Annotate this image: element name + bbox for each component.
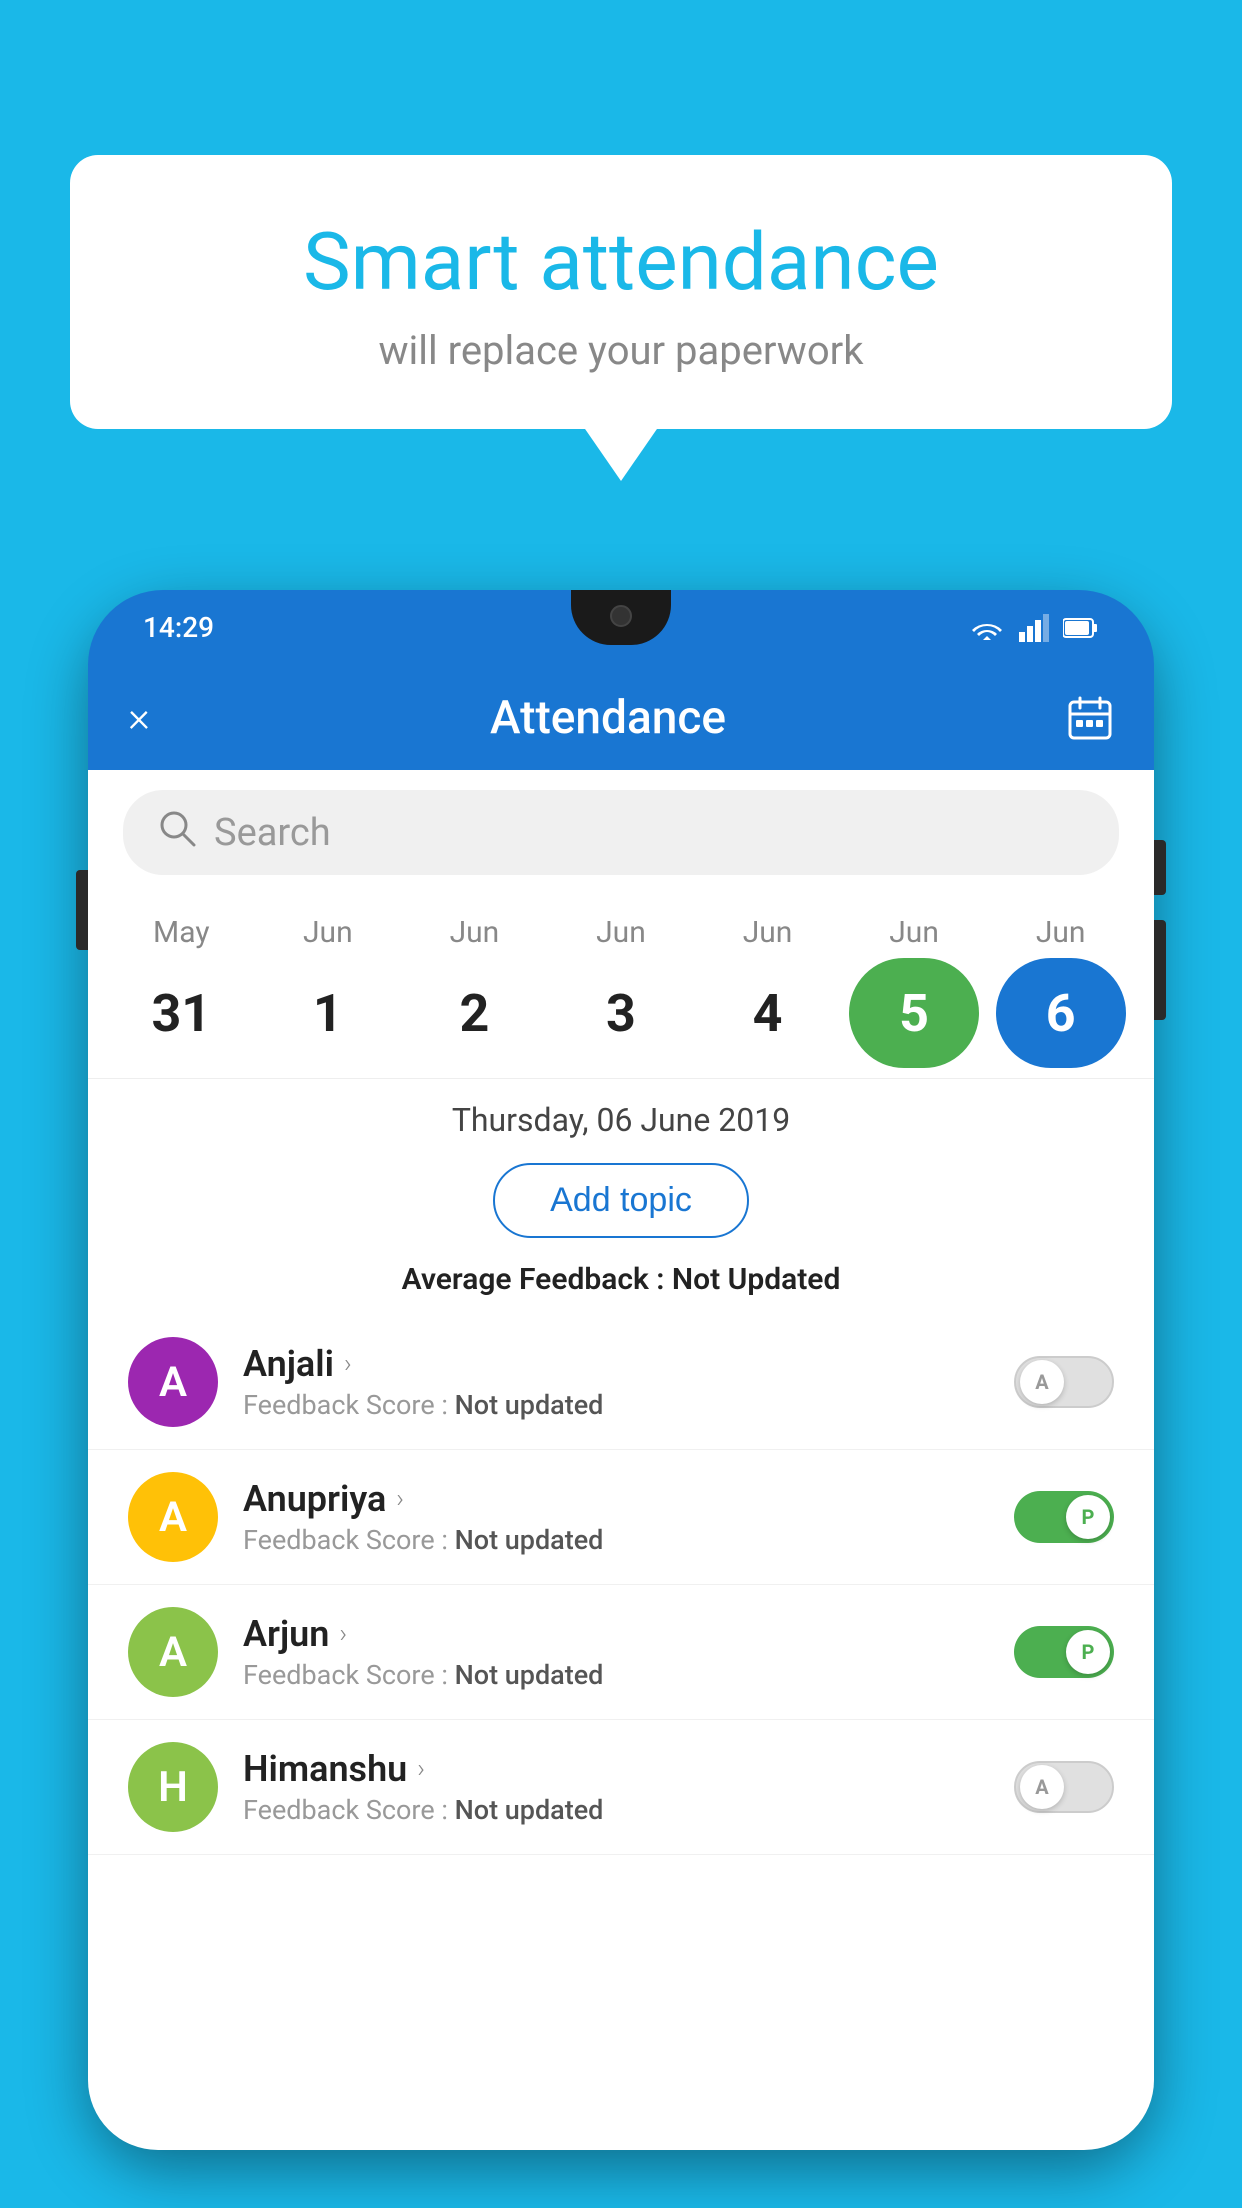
date-4[interactable]: 4 bbox=[703, 958, 833, 1068]
student-feedback-arjun: Feedback Score : Not updated bbox=[243, 1659, 989, 1691]
date-row: 31 1 2 3 4 5 6 bbox=[88, 958, 1154, 1068]
calendar-strip: May Jun Jun Jun Jun Jun Jun 31 1 2 3 4 5… bbox=[88, 895, 1154, 1079]
signal-icon bbox=[1019, 614, 1049, 642]
month-label-1: Jun bbox=[263, 915, 393, 950]
chevron-icon: › bbox=[339, 1619, 347, 1649]
month-label-5: Jun bbox=[849, 915, 979, 950]
avatar-himanshu: H bbox=[128, 1742, 218, 1832]
chevron-icon: › bbox=[417, 1754, 425, 1784]
toggle-anjali[interactable]: A bbox=[1014, 1356, 1114, 1408]
date-3[interactable]: 3 bbox=[556, 958, 686, 1068]
speech-bubble-container: Smart attendance will replace your paper… bbox=[70, 155, 1172, 429]
date-2[interactable]: 2 bbox=[409, 958, 539, 1068]
phone-screen: × Attendance bbox=[88, 665, 1154, 2150]
student-name-anjali: Anjali › bbox=[243, 1343, 989, 1385]
month-label-6: Jun bbox=[996, 915, 1126, 950]
power-button bbox=[1154, 840, 1166, 895]
avatar-arjun: A bbox=[128, 1607, 218, 1697]
search-icon bbox=[158, 809, 196, 856]
date-31[interactable]: 31 bbox=[116, 958, 246, 1068]
add-topic-button[interactable]: Add topic bbox=[493, 1163, 749, 1238]
average-feedback: Average Feedback : Not Updated bbox=[88, 1252, 1154, 1315]
app-header: × Attendance bbox=[88, 665, 1154, 770]
student-name-arjun: Arjun › bbox=[243, 1613, 989, 1655]
add-topic-container: Add topic bbox=[88, 1149, 1154, 1252]
month-label-2: Jun bbox=[409, 915, 539, 950]
avatar-anupriya: A bbox=[128, 1472, 218, 1562]
status-icons bbox=[969, 614, 1099, 642]
student-info-anupriya: Anupriya › Feedback Score : Not updated bbox=[243, 1478, 989, 1556]
student-info-anjali: Anjali › Feedback Score : Not updated bbox=[243, 1343, 989, 1421]
student-name-himanshu: Himanshu › bbox=[243, 1748, 989, 1790]
status-bar: 14:29 bbox=[88, 590, 1154, 665]
chevron-icon: › bbox=[396, 1484, 404, 1514]
close-button[interactable]: × bbox=[128, 693, 150, 742]
screen-title: Attendance bbox=[490, 691, 726, 745]
selected-date-text: Thursday, 06 June 2019 bbox=[452, 1101, 790, 1139]
toggle-anupriya[interactable]: P bbox=[1014, 1491, 1114, 1543]
speech-bubble-subtitle: will replace your paperwork bbox=[130, 327, 1112, 374]
month-label-3: Jun bbox=[556, 915, 686, 950]
student-info-arjun: Arjun › Feedback Score : Not updated bbox=[243, 1613, 989, 1691]
toggle-arjun[interactable]: P bbox=[1014, 1626, 1114, 1678]
student-item-himanshu[interactable]: H Himanshu › Feedback Score : Not update… bbox=[88, 1720, 1154, 1855]
search-bar[interactable]: Search bbox=[123, 790, 1119, 875]
status-time: 14:29 bbox=[143, 611, 214, 644]
month-row: May Jun Jun Jun Jun Jun Jun bbox=[88, 915, 1154, 950]
student-item-arjun[interactable]: A Arjun › Feedback Score : Not updated P bbox=[88, 1585, 1154, 1720]
date-1[interactable]: 1 bbox=[263, 958, 393, 1068]
student-info-himanshu: Himanshu › Feedback Score : Not updated bbox=[243, 1748, 989, 1826]
avatar-anjali: A bbox=[128, 1337, 218, 1427]
month-label-0: May bbox=[116, 915, 246, 950]
phone-mockup: 14:29 bbox=[88, 590, 1154, 2208]
wifi-icon bbox=[969, 614, 1005, 642]
selected-date-info: Thursday, 06 June 2019 bbox=[88, 1079, 1154, 1149]
search-container: Search bbox=[88, 770, 1154, 895]
chevron-icon: › bbox=[344, 1349, 352, 1379]
student-feedback-anupriya: Feedback Score : Not updated bbox=[243, 1524, 989, 1556]
speech-bubble: Smart attendance will replace your paper… bbox=[70, 155, 1172, 429]
battery-icon bbox=[1063, 617, 1099, 639]
date-6-selected[interactable]: 6 bbox=[996, 958, 1126, 1068]
notch bbox=[571, 590, 671, 645]
calendar-icon[interactable] bbox=[1066, 694, 1114, 742]
student-feedback-anjali: Feedback Score : Not updated bbox=[243, 1389, 989, 1421]
student-item-anjali[interactable]: A Anjali › Feedback Score : Not updated … bbox=[88, 1315, 1154, 1450]
phone-body: 14:29 bbox=[88, 590, 1154, 2150]
front-camera bbox=[610, 605, 632, 627]
speech-bubble-title: Smart attendance bbox=[130, 215, 1112, 309]
student-name-anupriya: Anupriya › bbox=[243, 1478, 989, 1520]
average-feedback-value: Not Updated bbox=[672, 1262, 840, 1297]
student-item-anupriya[interactable]: A Anupriya › Feedback Score : Not update… bbox=[88, 1450, 1154, 1585]
student-list: A Anjali › Feedback Score : Not updated … bbox=[88, 1315, 1154, 1855]
date-5-today[interactable]: 5 bbox=[849, 958, 979, 1068]
toggle-himanshu[interactable]: A bbox=[1014, 1761, 1114, 1813]
month-label-4: Jun bbox=[703, 915, 833, 950]
student-feedback-himanshu: Feedback Score : Not updated bbox=[243, 1794, 989, 1826]
volume-down-button bbox=[1154, 920, 1166, 1020]
average-feedback-label: Average Feedback : bbox=[402, 1262, 665, 1297]
volume-button bbox=[76, 870, 88, 950]
search-placeholder: Search bbox=[214, 811, 331, 855]
